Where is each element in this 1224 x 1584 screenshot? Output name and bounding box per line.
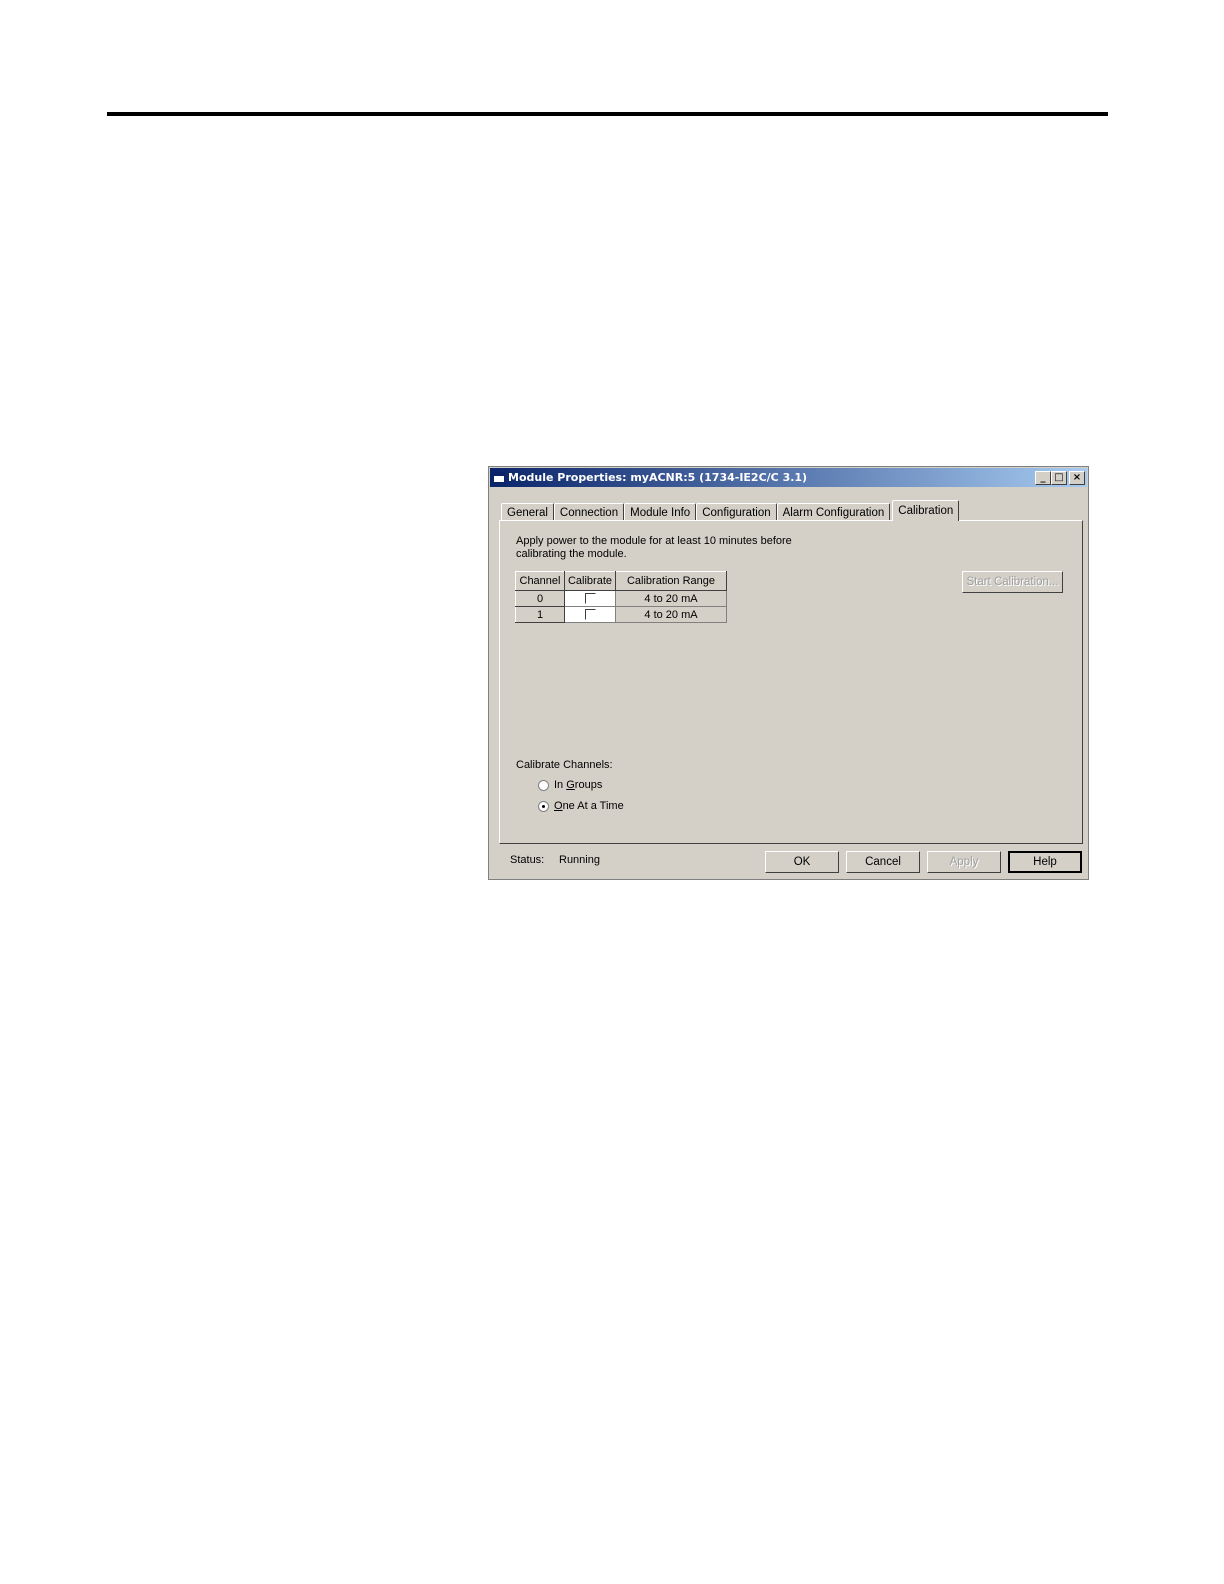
info-line-1: Apply power to the module for at least 1… bbox=[516, 535, 792, 547]
ok-button[interactable]: OK bbox=[765, 851, 839, 873]
cancel-button[interactable]: Cancel bbox=[846, 851, 920, 873]
calibration-info-text: Apply power to the module for at least 1… bbox=[516, 535, 816, 561]
column-header-channel[interactable]: Channel bbox=[515, 571, 565, 591]
column-header-calibrate[interactable]: Calibrate bbox=[564, 571, 616, 591]
tab-calibration[interactable]: Calibration bbox=[892, 500, 960, 521]
radio-in-groups[interactable]: In Groups bbox=[538, 779, 602, 791]
radio-in-groups-label: In Groups bbox=[554, 779, 603, 791]
calibrate-checkbox-channel-1[interactable] bbox=[584, 609, 596, 621]
radio-one-at-a-time-label: One At a Time bbox=[554, 800, 624, 812]
help-button[interactable]: Help bbox=[1008, 851, 1082, 873]
calibration-panel: Apply power to the module for at least 1… bbox=[499, 520, 1083, 844]
window-title: Module Properties: myACNR:5 (1734-IE2C/C… bbox=[508, 471, 808, 484]
page-header-rule bbox=[107, 112, 1108, 116]
apply-button[interactable]: Apply bbox=[927, 851, 1001, 873]
calibrate-checkbox-channel-0[interactable] bbox=[584, 593, 596, 605]
start-calibration-button[interactable]: Start Calibration... bbox=[962, 571, 1063, 593]
calibration-table: Channel Calibrate Calibration Range 0 4 … bbox=[515, 571, 727, 623]
calibrate-cell bbox=[564, 590, 616, 607]
tab-configuration[interactable]: Configuration bbox=[696, 503, 777, 521]
tab-strip: General Connection Module Info Configura… bbox=[501, 500, 960, 521]
calibrate-cell bbox=[564, 606, 616, 623]
channel-cell: 0 bbox=[515, 590, 565, 607]
radio-one-at-a-time-circle[interactable] bbox=[538, 800, 549, 812]
tab-general[interactable]: General bbox=[501, 503, 554, 521]
radio-in-groups-circle[interactable] bbox=[538, 779, 549, 791]
maximize-icon[interactable]: □ bbox=[1051, 470, 1067, 485]
range-cell: 4 to 20 mA bbox=[615, 590, 727, 607]
table-row: 0 4 to 20 mA bbox=[515, 590, 727, 607]
table-row: 1 4 to 20 mA bbox=[515, 606, 727, 623]
status-label: Status: bbox=[510, 854, 545, 866]
calibrate-channels-label: Calibrate Channels: bbox=[516, 759, 613, 771]
status-value: Running bbox=[559, 854, 600, 866]
window-icon bbox=[493, 472, 505, 483]
channel-cell: 1 bbox=[515, 606, 565, 623]
title-bar[interactable]: Module Properties: myACNR:5 (1734-IE2C/C… bbox=[490, 468, 1087, 487]
tab-module-info[interactable]: Module Info bbox=[624, 503, 697, 521]
tab-alarm-configuration[interactable]: Alarm Configuration bbox=[776, 503, 891, 521]
tab-connection[interactable]: Connection bbox=[553, 503, 625, 521]
close-icon[interactable]: × bbox=[1069, 470, 1085, 485]
info-line-2: calibrating the module. bbox=[516, 548, 627, 560]
table-header-row: Channel Calibrate Calibration Range bbox=[515, 571, 727, 591]
minimize-icon[interactable]: _ bbox=[1035, 470, 1051, 485]
range-cell: 4 to 20 mA bbox=[615, 606, 727, 623]
module-properties-dialog: Module Properties: myACNR:5 (1734-IE2C/C… bbox=[488, 466, 1089, 880]
radio-one-at-a-time[interactable]: One At a Time bbox=[538, 800, 624, 812]
column-header-calibration-range[interactable]: Calibration Range bbox=[615, 571, 727, 591]
